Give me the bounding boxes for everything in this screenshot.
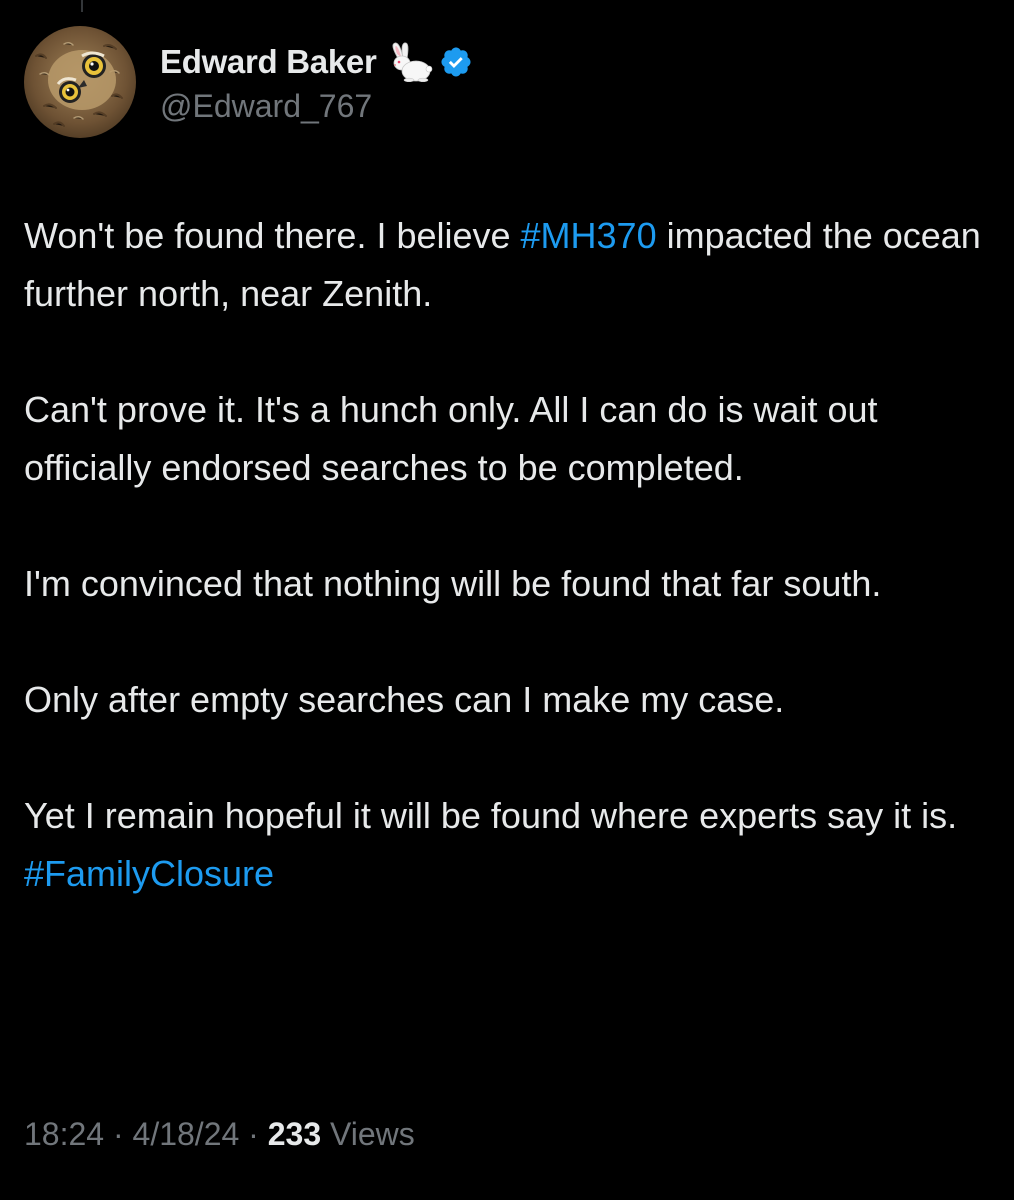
tweet-paragraph-3: I'm convinced that nothing will be found… xyxy=(24,563,882,604)
hashtag-familyclosure-link[interactable]: #FamilyClosure xyxy=(24,853,274,894)
thread-connector-line xyxy=(81,0,83,12)
verified-badge-icon[interactable] xyxy=(439,45,473,79)
views-count[interactable]: 233 xyxy=(268,1116,321,1152)
views-label: Views xyxy=(321,1116,415,1152)
hashtag-mh370-link[interactable]: #MH370 xyxy=(521,215,657,256)
tweet-paragraph-4: Only after empty searches can I make my … xyxy=(24,679,785,720)
owl-avatar-icon xyxy=(24,26,136,138)
meta-separator: · xyxy=(239,1116,268,1152)
tweet-time[interactable]: 18:24 xyxy=(24,1116,104,1152)
tweet-meta: 18:24 · 4/18/24 · 233 Views xyxy=(24,1112,415,1156)
author-identity: Edward Baker @Edward_767 xyxy=(160,40,473,125)
tweet-paragraph-2: Can't prove it. It's a hunch only. All I… xyxy=(24,389,878,488)
tweet-text-segment: Won't be found there. I believe xyxy=(24,215,521,256)
rabbit-icon xyxy=(387,42,433,82)
tweet-text-segment: Yet I remain hopeful it will be found wh… xyxy=(24,795,958,836)
tweet-paragraph-1: Won't be found there. I believe #MH370 i… xyxy=(24,207,994,323)
tweet-paragraph-5: Yet I remain hopeful it will be found wh… xyxy=(24,787,994,903)
tweet-header: Edward Baker @Edward_767 xyxy=(24,26,473,138)
meta-separator: · xyxy=(104,1116,133,1152)
avatar[interactable] xyxy=(24,26,136,138)
display-name[interactable]: Edward Baker xyxy=(160,43,377,81)
tweet-date[interactable]: 4/18/24 xyxy=(133,1116,240,1152)
tweet-text: Won't be found there. I believe #MH370 i… xyxy=(24,207,994,903)
name-row: Edward Baker xyxy=(160,40,473,84)
author-handle[interactable]: @Edward_767 xyxy=(160,88,473,125)
